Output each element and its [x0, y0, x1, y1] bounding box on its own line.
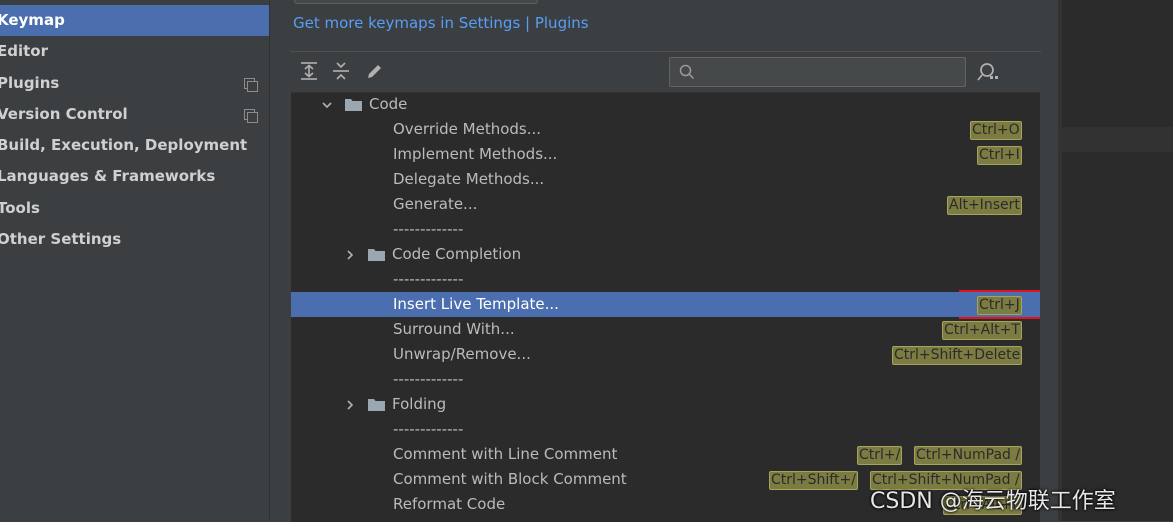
tree-row-label: ------------- [393, 220, 464, 238]
tree-action-row[interactable]: Unwrap/Remove... Ctrl+Shift+Delete [291, 342, 1040, 367]
project-level-icon [244, 78, 258, 92]
tree-action-row[interactable]: Insert Live Template... Ctrl+J [291, 292, 1040, 317]
chevron-right-icon[interactable] [344, 249, 356, 261]
shortcut-badge: Ctrl+O [970, 121, 1022, 140]
project-level-icon [244, 109, 258, 123]
tree-row-label: ------------- [393, 370, 464, 388]
sidebar-item-label: Plugins [0, 74, 60, 92]
background-editor-area [1062, 0, 1173, 521]
sidebar-item[interactable]: Plugins [0, 68, 269, 99]
tree-row-label: Generate... [393, 195, 478, 213]
folder-icon [368, 399, 385, 411]
tree-row-label: Code Completion [392, 245, 522, 263]
tree-row-label: Insert Live Template... [393, 295, 559, 313]
sidebar-item-label: Version Control [0, 105, 128, 123]
tree-separator-row: ------------- [291, 417, 1040, 442]
tree-row-label: Override Methods... [393, 120, 542, 138]
background-editor-line [1062, 127, 1173, 152]
chevron-down-icon[interactable] [321, 99, 333, 111]
sidebar-item[interactable]: Keymap [0, 5, 269, 36]
tree-row-label: Surround With... [393, 320, 515, 338]
settings-sidebar: Keymap Editor Plugins Version Control Build,… [0, 0, 269, 521]
tree-group-row[interactable]: Folding [291, 392, 1040, 417]
collapse-all-icon[interactable] [330, 60, 352, 82]
chevron-right-icon[interactable] [344, 399, 356, 411]
folder-icon [368, 249, 385, 261]
tree-group-row[interactable]: Code Completion [291, 242, 1040, 267]
tree-action-row[interactable]: Implement Methods... Ctrl+I [291, 142, 1040, 167]
tree-row-label: Implement Methods... [393, 145, 558, 163]
sidebar-item[interactable]: Other Settings [0, 224, 269, 255]
tree-separator-row: ------------- [291, 367, 1040, 392]
shortcut-badge: Ctrl+J [977, 296, 1022, 315]
tree-action-row[interactable]: Override Methods... Ctrl+O [291, 117, 1040, 142]
sidebar-item-label: Build, Execution, Deployment [0, 136, 248, 154]
tree-action-row[interactable]: Surround With... Ctrl+Alt+T [291, 317, 1040, 342]
tree-row-label: Reformat Code [393, 495, 506, 513]
sidebar-item-label: Keymap [0, 11, 65, 29]
tree-row-label: Comment with Line Comment [393, 445, 618, 463]
shortcut-badge: Ctrl+NumPad / [914, 446, 1023, 465]
keymap-panel: Get more keymaps in Settings | Plugins C… [270, 0, 1062, 522]
sidebar-item-label: Tools [0, 199, 40, 217]
sidebar-item-label: Editor [0, 42, 48, 60]
tree-row-label: Unwrap/Remove... [393, 345, 531, 363]
shortcut-badge: Ctrl+Alt+T [942, 321, 1022, 340]
tree-separator-row: ------------- [291, 267, 1040, 292]
sidebar-item-label: Languages & Frameworks [0, 167, 216, 185]
keymap-scheme-dropdown[interactable] [294, 0, 538, 4]
tree-action-row[interactable]: Comment with Line Comment Ctrl+NumPad / Ct… [291, 442, 1040, 467]
tree-row-label: Delegate Methods... [393, 170, 545, 188]
sidebar-item[interactable]: Tools [0, 193, 269, 224]
expand-all-icon[interactable] [298, 60, 320, 82]
shortcut-badge: Ctrl+/ [857, 446, 903, 465]
shortcut-badge: Ctrl+Shift+Delete [892, 346, 1023, 365]
watermark: CSDN @海云物联工作室 [870, 489, 1116, 514]
get-more-keymaps-link[interactable]: Get more keymaps in Settings | Plugins [293, 14, 589, 32]
keymap-action-tree: Code Override Methods... Ctrl+O Implement M… [291, 92, 1040, 522]
search-icon [679, 64, 695, 80]
sidebar-item-label: Other Settings [0, 230, 122, 248]
tree-action-row[interactable]: Delegate Methods... [291, 167, 1040, 192]
shortcut-badge: Alt+Insert [947, 196, 1022, 215]
tree-action-row[interactable]: Generate... Alt+Insert [291, 192, 1040, 217]
find-by-shortcut-icon[interactable] [976, 61, 1000, 83]
tree-group-row[interactable]: Code [291, 93, 1040, 117]
pencil-icon[interactable] [364, 60, 386, 82]
shortcut-badge: Ctrl+Shift+/ [769, 471, 858, 490]
sidebar-item[interactable]: Build, Execution, Deployment [0, 130, 269, 161]
search-input[interactable] [669, 57, 966, 87]
sidebar-item[interactable]: Languages & Frameworks [0, 161, 269, 192]
tree-row-label: Comment with Block Comment [393, 470, 627, 488]
sidebar-item[interactable]: Version Control [0, 99, 269, 130]
tree-row-label: ------------- [393, 270, 464, 288]
tree-separator-row: ------------- [291, 217, 1040, 242]
tree-row-label: Code [369, 95, 408, 113]
folder-icon [345, 99, 362, 111]
sidebar-item[interactable]: Editor [0, 36, 269, 67]
separator-line [290, 51, 1041, 52]
shortcut-badge: Ctrl+I [977, 146, 1022, 165]
tree-row-label: Folding [392, 395, 447, 413]
tree-row-label: ------------- [393, 420, 464, 438]
